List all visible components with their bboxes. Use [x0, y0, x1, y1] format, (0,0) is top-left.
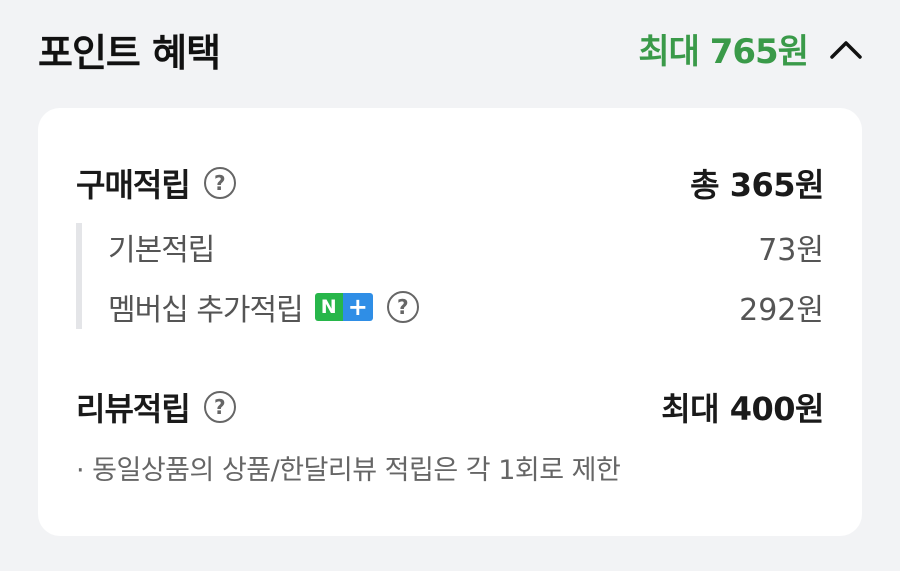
purchase-points-label: 구매적립 [76, 166, 191, 204]
membership-points-row: 멤버십 추가적립 N + ? 292원 [108, 285, 824, 329]
question-circle-icon[interactable]: ? [203, 391, 236, 423]
naver-plus-badge: N + [314, 293, 373, 321]
review-limit-note: · 동일상품의 상품/한달리뷰 적립은 각 1회로 제한 [76, 455, 621, 486]
chevron-up-icon[interactable] [826, 29, 866, 69]
header-right[interactable]: 최대 765원 [638, 24, 866, 73]
point-benefit-header[interactable]: 포인트 혜택 최대 765원 [0, 0, 900, 100]
purchase-points-row: 구매적립 ? 총 365원 [76, 160, 824, 206]
purchase-points-total: 총 365원 [690, 166, 824, 204]
points-card: 구매적립 ? 총 365원 기본적립 73원 멤버십 추가적립 N + ? 29… [38, 108, 862, 536]
review-points-total: 최대 400원 [661, 390, 824, 428]
question-circle-icon[interactable]: ? [386, 291, 419, 323]
membership-points-label: 멤버십 추가적립 [108, 293, 304, 328]
review-points-label: 리뷰적립 [76, 390, 191, 428]
badge-plus: + [342, 293, 373, 321]
purchase-breakdown: 기본적립 73원 멤버십 추가적립 N + ? 292원 [76, 223, 824, 329]
badge-n: N [314, 293, 343, 321]
section-title: 포인트 혜택 [38, 31, 221, 75]
basic-points-row: 기본적립 73원 [108, 225, 824, 269]
basic-points-label: 기본적립 [108, 233, 215, 268]
question-circle-icon[interactable]: ? [203, 167, 236, 199]
basic-points-value: 73원 [758, 233, 824, 268]
max-points-label: 최대 765원 [638, 32, 809, 72]
membership-points-value: 292원 [739, 293, 824, 328]
review-points-row: 리뷰적립 ? 최대 400원 [76, 384, 824, 430]
